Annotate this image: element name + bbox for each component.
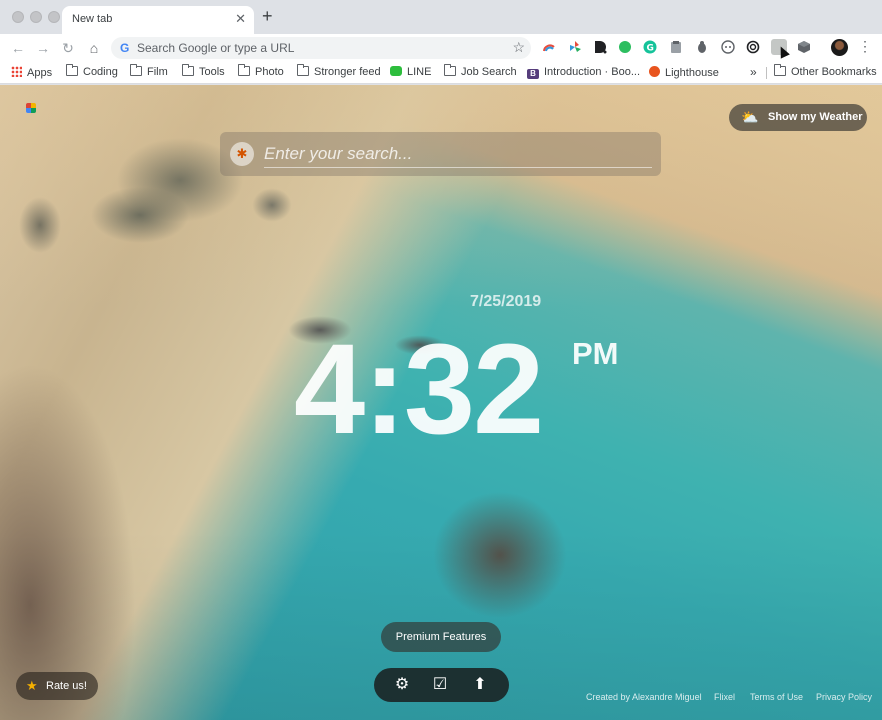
bookmark-other-bookmarks[interactable]: Other Bookmarks <box>774 64 877 80</box>
folder-icon <box>774 64 786 76</box>
gear-icon[interactable]: ⚙ <box>392 676 412 694</box>
grammarly-icon[interactable]: G <box>642 39 658 55</box>
footer-terms-link[interactable]: Terms of Use <box>750 692 803 702</box>
footer-flixel-link[interactable]: Flixel <box>714 692 735 702</box>
back-arrow-icon[interactable]: ← <box>8 38 28 58</box>
more-menu-icon[interactable]: ⋮ <box>858 38 872 55</box>
minimize-window-button[interactable] <box>30 11 42 23</box>
bookmark-introduction[interactable]: B Introduction · Boo... <box>527 66 640 80</box>
evernote-icon[interactable] <box>617 39 633 55</box>
bookmark-star-icon[interactable]: ☆ <box>512 39 525 56</box>
rate-us-button[interactable]: ★ Rate us! <box>16 672 98 700</box>
rainbow-arc-icon[interactable] <box>541 39 557 55</box>
apps-grid-icon <box>11 66 22 77</box>
omnibox[interactable]: G ☆ <box>111 37 531 59</box>
footer-privacy-link[interactable]: Privacy Policy <box>816 692 872 702</box>
forward-arrow-icon[interactable]: → <box>33 38 53 58</box>
openai-knot-icon[interactable] <box>745 39 761 55</box>
bookmarks-overflow-icon[interactable]: » <box>750 65 757 79</box>
new-tab-page: ⛅ Show my Weather ✱ 7/25/2019 4:32 PM Pr… <box>0 85 882 720</box>
reload-icon[interactable]: ↻ <box>58 38 78 58</box>
apps-launcher-icon[interactable] <box>26 103 36 113</box>
search-logo-icon: ✱ <box>230 142 254 166</box>
bookmarks-bar: Apps Coding Film Tools Photo Stronger fe… <box>0 62 882 84</box>
search-input[interactable] <box>264 140 652 168</box>
d-logo-icon[interactable] <box>592 39 608 55</box>
clipboard-icon[interactable] <box>668 39 684 55</box>
bookmark-line[interactable]: LINE <box>390 66 431 80</box>
folder-icon <box>238 64 250 76</box>
footer-credit[interactable]: Created by Alexandre Miguel <box>586 692 702 702</box>
svg-text:G: G <box>647 44 654 54</box>
star-icon: ★ <box>26 678 38 693</box>
rate-us-label: Rate us! <box>46 680 87 692</box>
new-tab-button[interactable]: + <box>262 7 273 25</box>
search-box: ✱ <box>220 132 661 176</box>
folder-icon <box>444 64 456 76</box>
bookmark-coding[interactable]: Coding <box>66 64 118 80</box>
bottom-toolbar: ⚙ ☑ ⬆ <box>374 668 509 702</box>
close-window-button[interactable] <box>12 11 24 23</box>
address-input[interactable] <box>137 40 497 56</box>
bookmark-tools[interactable]: Tools <box>182 64 225 80</box>
bookmark-apps[interactable]: Apps <box>11 66 52 80</box>
bookmark-lighthouse[interactable]: Lighthouse <box>649 66 719 80</box>
tab-new-tab[interactable]: New tab ✕ <box>62 6 254 34</box>
circle-dots-icon[interactable] <box>720 39 736 55</box>
checkbox-icon[interactable]: ☑ <box>430 676 450 694</box>
tab-title: New tab <box>72 13 113 25</box>
folder-icon <box>130 64 142 76</box>
pinwheel-icon[interactable] <box>567 39 583 55</box>
bookmark-job-search[interactable]: Job Search <box>444 64 517 80</box>
profile-avatar[interactable] <box>831 39 848 56</box>
folder-icon <box>182 64 194 76</box>
premium-features-button[interactable]: Premium Features <box>381 622 501 652</box>
maximize-window-button[interactable] <box>48 11 60 23</box>
bookmark-film[interactable]: Film <box>130 64 168 80</box>
bookmarks-divider <box>766 67 767 79</box>
google-icon: G <box>120 41 130 55</box>
lighthouse-icon <box>649 66 660 77</box>
weather-label: Show my Weather <box>768 111 863 123</box>
clock-time: 4:32 <box>294 318 544 461</box>
bookmark-photo[interactable]: Photo <box>238 64 284 80</box>
line-icon <box>390 66 402 76</box>
bootstrap-icon: B <box>527 69 539 79</box>
close-icon[interactable]: ✕ <box>235 11 246 27</box>
bug-icon[interactable] <box>694 39 710 55</box>
bookmark-stronger-feed[interactable]: Stronger feed <box>297 64 381 80</box>
folder-icon <box>297 64 309 76</box>
partly-cloudy-icon: ⛅ <box>741 109 759 125</box>
show-weather-button[interactable]: ⛅ Show my Weather <box>729 104 867 131</box>
clock-ampm: PM <box>572 336 619 371</box>
cloud-upload-icon[interactable]: ⬆ <box>470 676 490 694</box>
home-icon[interactable]: ⌂ <box>84 38 104 58</box>
folder-icon <box>66 64 78 76</box>
cube-icon[interactable] <box>796 39 812 55</box>
browser-toolbar: ← → ↻ ⌂ G ☆ G ⋮ <box>0 34 882 62</box>
tab-strip: New tab ✕ + <box>0 0 882 34</box>
date-display: 7/25/2019 <box>470 293 542 310</box>
